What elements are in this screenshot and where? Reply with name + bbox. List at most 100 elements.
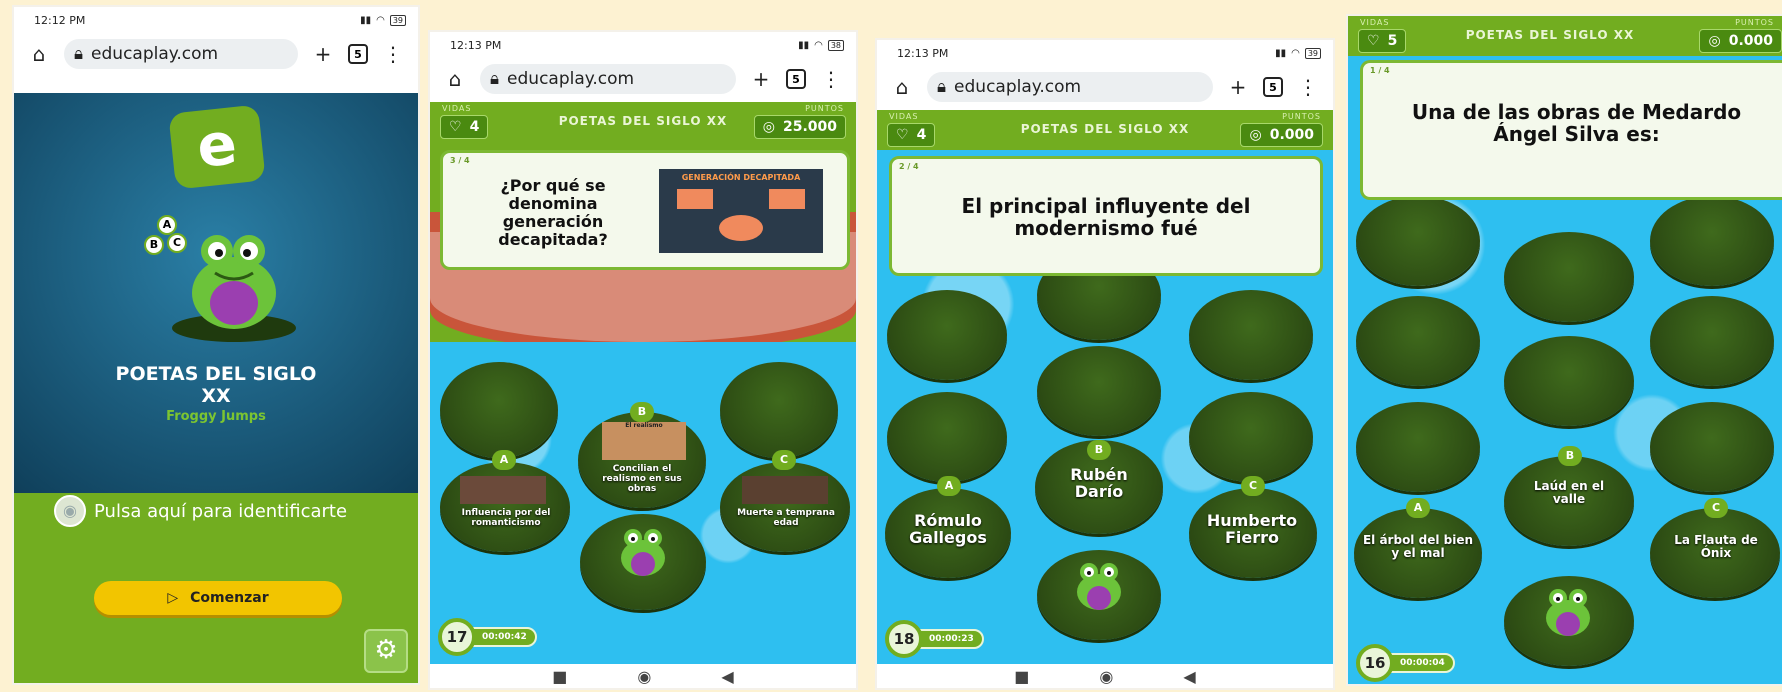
- plus-icon[interactable]: +: [312, 42, 334, 66]
- points-value: 0.000: [1269, 127, 1314, 143]
- coin-icon: ◎: [1708, 33, 1721, 49]
- home-icon[interactable]: ⌂: [444, 67, 466, 91]
- lily-pad: [1356, 196, 1480, 286]
- answer-text-c: Muerte a temprana edad: [737, 508, 835, 528]
- tabs-icon[interactable]: 5: [348, 44, 368, 64]
- identify-link[interactable]: ◉ Pulsa aquí para identificarte: [54, 495, 347, 527]
- answer-badge-a: A: [1406, 498, 1430, 518]
- answer-text-c: La Flauta de Ónix: [1674, 533, 1758, 560]
- game-area: VIDAS PUNTOS ♡ 4 POETAS DEL SIGLO XX ◎ 0.0…: [877, 110, 1333, 664]
- lily-pad: [1189, 392, 1313, 482]
- timer: 17 00:00:42: [438, 618, 537, 656]
- answer-image-c: [742, 476, 828, 504]
- status-bar: 12:13 PM ▮▮ ◠ 38: [430, 32, 856, 58]
- screen-question-3: 12:13 PM ▮▮ ◠ 38 ⌂ 🔒︎ educaplay.com + 5 ⋮ V…: [428, 30, 858, 690]
- lily-pad: [1189, 290, 1313, 380]
- title-line-1: POETAS DEL SIGLO: [115, 363, 317, 385]
- plus-icon[interactable]: +: [1227, 75, 1249, 99]
- identify-label: Pulsa aquí para identificarte: [94, 500, 348, 522]
- lily-pad: [1504, 336, 1634, 426]
- points-counter: ◎ 25.000: [753, 115, 846, 139]
- lily-pad: [887, 290, 1007, 380]
- home-nav-icon[interactable]: ◉: [637, 667, 651, 686]
- signal-icon: ▮▮: [360, 14, 372, 26]
- start-label: Comenzar: [190, 590, 269, 606]
- browser-toolbar: ⌂ 🔒︎ educaplay.com + 5 ⋮: [14, 33, 418, 75]
- lily-pad: [720, 362, 838, 458]
- educaplay-logo: e: [168, 104, 266, 190]
- wifi-icon: ◠: [814, 39, 823, 51]
- answer-badge-c: C: [1704, 498, 1728, 518]
- screen-start: 12:12 PM ▮▮ ◠ 39 ⌂ 🔒︎ educaplay.com + 5 ⋮ e…: [12, 5, 420, 685]
- answer-badge-b: B: [630, 402, 654, 422]
- bubble-c: C: [167, 233, 187, 253]
- android-nav: ■ ◉ ◀: [430, 664, 856, 688]
- address-bar[interactable]: 🔒︎ educaplay.com: [927, 72, 1213, 102]
- screen-question-1: VIDAS PUNTOS ♡ 5 POETAS DEL SIGLO XX ◎ 0.0…: [1346, 14, 1782, 686]
- question-number: 3 / 4: [450, 156, 470, 165]
- game-title: POETAS DEL SIGLO XX: [14, 363, 418, 407]
- status-bar: 12:12 PM ▮▮ ◠ 39: [14, 7, 418, 33]
- battery-icon: 39: [1304, 47, 1321, 59]
- start-button[interactable]: ▷ Comenzar: [94, 581, 342, 615]
- coin-icon: ◎: [762, 119, 775, 135]
- back-icon[interactable]: ◀: [1183, 667, 1195, 686]
- lock-icon: 🔒︎: [490, 69, 500, 89]
- game-subtitle: Froggy Jumps: [166, 409, 266, 424]
- answer-image-b: El realismo: [602, 422, 686, 460]
- clock: 12:13 PM: [897, 46, 949, 60]
- lock-icon: 🔒︎: [74, 44, 84, 64]
- question-text: Una de las obras de Medardo Ángel Silva …: [1411, 100, 1742, 146]
- menu-icon[interactable]: ⋮: [1297, 75, 1319, 99]
- answer-badge-a: A: [937, 476, 961, 496]
- timer: 18 00:00:23: [885, 620, 984, 658]
- android-nav: ■ ◉ ◀: [877, 664, 1333, 688]
- play-icon: ▷: [167, 590, 179, 606]
- diagram-node: [719, 215, 763, 241]
- answer-badge-b: B: [1087, 440, 1111, 460]
- lives-label: VIDAS: [889, 112, 919, 121]
- diagram-node: [769, 189, 805, 209]
- coin-icon: ◎: [1249, 127, 1262, 143]
- points-label: PUNTOS: [1735, 18, 1774, 27]
- home-nav-icon[interactable]: ◉: [1099, 667, 1113, 686]
- lives-label: VIDAS: [1360, 18, 1390, 27]
- game-area: VIDAS PUNTOS ♡ 5 POETAS DEL SIGLO XX ◎ 0.0…: [1348, 16, 1782, 684]
- lives-label: VIDAS: [442, 104, 472, 113]
- gear-icon[interactable]: ⚙: [364, 629, 408, 673]
- timer: 16 00:00:04: [1356, 644, 1455, 682]
- menu-icon[interactable]: ⋮: [820, 67, 842, 91]
- address-bar[interactable]: 🔒︎ educaplay.com: [64, 39, 298, 69]
- address-bar[interactable]: 🔒︎ educaplay.com: [480, 64, 736, 94]
- game-intro: e A B C POETAS DEL SIGLO XX Froggy Jumps: [14, 93, 418, 493]
- jump-counter: 18: [885, 620, 923, 658]
- wifi-icon: ◠: [376, 14, 385, 26]
- answer-badge-a: A: [492, 450, 516, 470]
- lily-pad: [1650, 402, 1774, 492]
- home-icon[interactable]: ⌂: [28, 42, 50, 66]
- lily-pad: [440, 362, 558, 458]
- home-icon[interactable]: ⌂: [891, 75, 913, 99]
- plus-icon[interactable]: +: [750, 67, 772, 91]
- tabs-icon[interactable]: 5: [786, 69, 806, 89]
- answer-badge-b: B: [1558, 446, 1582, 466]
- recents-icon[interactable]: ■: [552, 667, 567, 686]
- menu-icon[interactable]: ⋮: [382, 42, 404, 66]
- question-number: 1 / 4: [1370, 66, 1390, 75]
- lily-pad: [1356, 402, 1480, 492]
- jump-counter: 16: [1356, 644, 1394, 682]
- question-image: GENERACIÓN DECAPITADA: [659, 169, 823, 253]
- frog-player: [1069, 556, 1129, 616]
- question-card: 2 / 4 El principal influyente del modern…: [889, 156, 1323, 276]
- lily-pad: [1037, 346, 1161, 436]
- lily-pad: [1650, 196, 1774, 286]
- answer-badge-c: C: [772, 450, 796, 470]
- hud: VIDAS PUNTOS ♡ 5 POETAS DEL SIGLO XX ◎ 0.0…: [1348, 16, 1782, 56]
- tabs-icon[interactable]: 5: [1263, 77, 1283, 97]
- recents-icon[interactable]: ■: [1014, 667, 1029, 686]
- question-card: 1 / 4 Una de las obras de Medardo Ángel …: [1360, 60, 1782, 200]
- back-icon[interactable]: ◀: [721, 667, 733, 686]
- battery-icon: 38: [827, 39, 844, 51]
- timer-value: 00:00:04: [1384, 653, 1455, 673]
- url-text: educaplay.com: [954, 77, 1082, 97]
